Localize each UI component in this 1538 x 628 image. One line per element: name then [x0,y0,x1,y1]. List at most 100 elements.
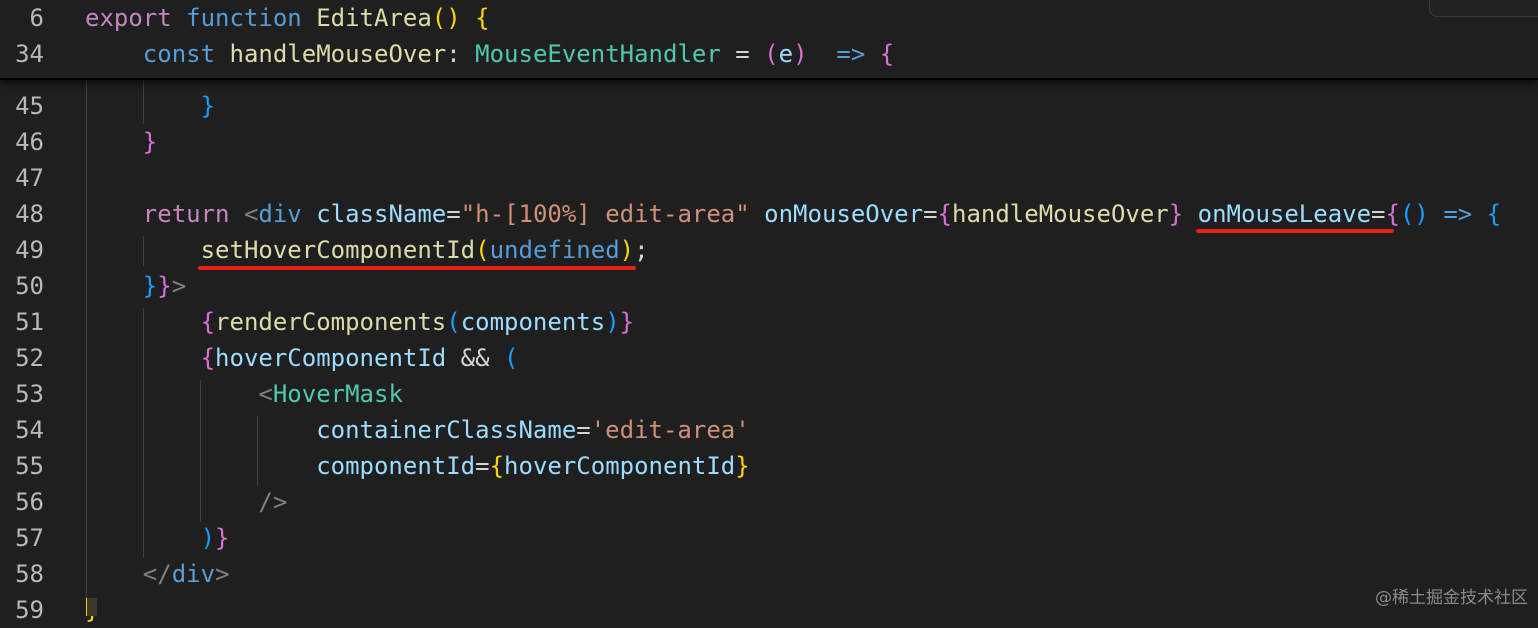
indent-guide [200,380,201,522]
line-number: 59 [15,596,44,624]
code-token: export [85,4,187,32]
indent-guide [86,78,87,598]
code-token: e [778,40,794,68]
code-line[interactable]: 56 /> [0,484,1538,520]
code-token: MouseEventHandler [475,40,721,68]
code-token: ( [764,40,779,68]
code-token: > [171,272,187,300]
line-code: setHoverComponentId(undefined); [85,236,649,264]
code-token: } [619,308,635,336]
code-token: ) [619,236,635,264]
code-token: { [200,344,216,372]
code-token: { [200,308,216,336]
indent-guide [257,416,258,486]
code-line[interactable]: 50 }}> [0,268,1538,304]
code-token: && [446,344,505,372]
code-token: containerClassName [316,416,577,444]
text-cursor [86,598,97,616]
line-code: const handleMouseOver: MouseEventHandler… [85,40,894,68]
code-line[interactable]: 51 {renderComponents(components)} [0,304,1538,340]
code-line[interactable]: 59} [0,592,1538,628]
code-token: setHoverComponentId [200,236,476,264]
line-number: 57 [15,524,44,552]
code-line[interactable]: 47 [0,160,1538,196]
code-line[interactable]: 48 return <div className="h-[100%] edit-… [0,196,1538,232]
code-token: = [923,200,938,228]
code-token: = [446,200,461,228]
code-line[interactable]: 54 containerClassName='edit-area' [0,412,1538,448]
code-token: } [142,128,158,156]
code-token: ) [793,40,808,68]
line-number: 45 [15,92,44,120]
code-token: = [720,40,765,68]
line-number: 51 [15,308,44,336]
indent-guide [143,308,144,558]
code-line[interactable]: 6 export function EditArea() { [0,0,1538,36]
line-code: }}> [85,272,186,300]
code-line[interactable]: 49 setHoverComponentId(undefined); [0,232,1538,268]
line-code: <HoverMask [85,380,403,408]
code-token: } [200,92,216,120]
code-token: components [460,308,606,336]
code-token: < [243,200,259,228]
code-line[interactable]: 55 componentId={hoverComponentId} [0,448,1538,484]
code-token: } [215,524,230,552]
line-code: </div> [85,560,230,588]
code-token: ( [504,344,519,372]
line-code: } [85,128,157,156]
code-line[interactable]: 45 } [0,88,1538,124]
code-line[interactable]: 34 const handleMouseOver: MouseEventHand… [0,36,1538,72]
code-token: { [1486,200,1502,228]
code-token: componentId [316,452,476,480]
line-number: 46 [15,128,44,156]
code-token: () [431,4,476,32]
line-code: )} [85,524,230,552]
code-token: ( [446,308,461,336]
code-token: ) [200,524,216,552]
code-token: > [215,560,230,588]
code-token: : [446,40,476,68]
code-token: { [489,452,505,480]
code-token: const [142,40,230,68]
code-token: < [258,380,273,408]
code-line[interactable]: 46 } [0,124,1538,160]
code-line[interactable]: 53 <HoverMask [0,376,1538,412]
code-token: onMouseLeave [1197,200,1372,228]
code-token: => [807,40,880,68]
line-number: 58 [15,560,44,588]
code-token: EditArea [316,4,432,32]
code-token: "h-[100%] edit-area" [460,200,765,228]
line-number: 54 [15,416,44,444]
code-token: { [937,200,952,228]
code-token: ( [475,236,490,264]
code-token: = [1371,200,1386,228]
line-code: } [85,92,215,120]
code-token: 'edit-area' [590,416,750,444]
line-number: 55 [15,452,44,480]
watermark: @稀土掘金技术社区 [1375,588,1528,608]
line-code: {hoverComponentId && ( [85,344,519,372]
line-number: 50 [15,272,44,300]
code-line[interactable]: 58 </div> [0,556,1538,592]
line-code: {renderComponents(components)} [85,308,635,336]
code-token: = [576,416,591,444]
code-line[interactable]: 57 )} [0,520,1538,556]
code-token: return [142,200,244,228]
editor-widget-corner [1429,0,1538,17]
code-token: ; [634,236,649,264]
code-token: function [186,4,317,32]
code-token: = [475,452,490,480]
code-editor[interactable]: 6 export function EditArea() {34 const ha… [0,0,1538,624]
code-line[interactable]: 52 {hoverComponentId && ( [0,340,1538,376]
line-number: 56 [15,488,44,516]
line-number: 48 [15,200,44,228]
line-code: containerClassName='edit-area' [85,416,750,444]
code-token: } [735,452,750,480]
sticky-scroll-header[interactable]: 6 export function EditArea() {34 const ha… [0,0,1538,80]
code-token: hoverComponentId [215,344,447,372]
code-token: hoverComponentId [504,452,736,480]
